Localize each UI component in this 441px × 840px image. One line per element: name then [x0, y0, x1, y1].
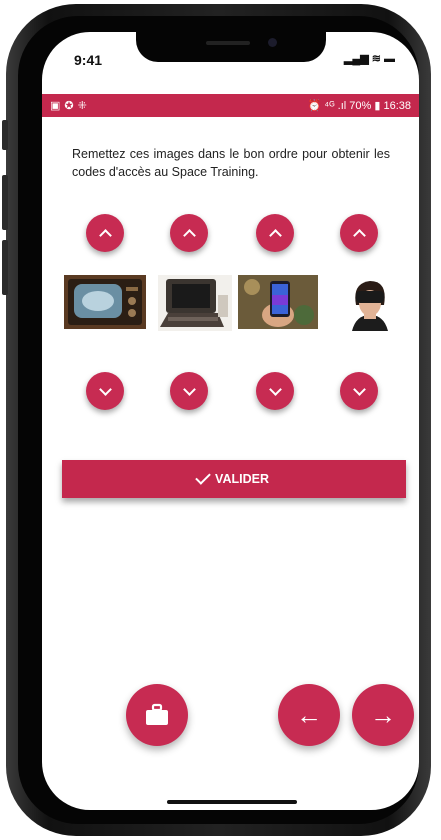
android-status-bar: ▣✪⁜ ⏰ ⁴ᴳ .ıl 70% ▮ 16:38 — [42, 94, 419, 117]
chevron-down-icon — [98, 382, 112, 396]
chevron-up-icon — [182, 228, 196, 242]
instruction-text: Remettez ces images dans le bon ordre po… — [72, 147, 390, 179]
volume-down-button — [2, 240, 8, 295]
image-woman-vr-headset[interactable] — [338, 275, 400, 331]
status-right: ⏰ ⁴ᴳ .ıl 70% ▮ 16:38 — [307, 100, 411, 112]
chevron-up-icon — [352, 228, 366, 242]
image-old-computer-terminal[interactable] — [158, 275, 232, 331]
move-up-button-3[interactable] — [256, 214, 294, 252]
move-down-button-4[interactable] — [340, 372, 378, 410]
earpiece-speaker — [206, 41, 250, 45]
arrow-left-icon: ← — [296, 700, 322, 730]
chevron-up-icon — [98, 228, 112, 242]
notification-icons: ▣✪⁜ — [50, 100, 91, 112]
volume-up-button — [2, 175, 8, 230]
chevron-down-icon — [268, 382, 282, 396]
notch — [136, 32, 326, 62]
mute-switch — [2, 120, 8, 150]
previous-button[interactable]: ← — [278, 684, 340, 746]
move-up-button-2[interactable] — [170, 214, 208, 252]
move-down-button-2[interactable] — [170, 372, 208, 410]
validate-label: VALIDER — [215, 472, 269, 486]
checkmark-icon — [195, 469, 211, 485]
briefcase-button[interactable] — [126, 684, 188, 746]
home-indicator[interactable] — [167, 800, 297, 804]
front-camera — [268, 38, 277, 47]
move-down-button-1[interactable] — [86, 372, 124, 410]
image-smartphone-in-hand[interactable] — [238, 275, 318, 329]
arrow-right-icon: → — [370, 700, 396, 730]
chevron-up-icon — [268, 228, 282, 242]
briefcase-icon — [146, 703, 168, 725]
move-up-button-4[interactable] — [340, 214, 378, 252]
ios-status-icons: ▂▄▆ ≋ ▬ — [343, 53, 395, 65]
chevron-down-icon — [182, 382, 196, 396]
app-screen: 9:41 ▂▄▆ ≋ ▬ ▣✪⁜ ⏰ ⁴ᴳ .ıl 70% ▮ 16:38 Re… — [42, 32, 419, 810]
next-button[interactable]: → — [352, 684, 414, 746]
ios-clock: 9:41 — [74, 52, 103, 68]
move-up-button-1[interactable] — [86, 214, 124, 252]
validate-button[interactable]: VALIDER — [62, 460, 406, 498]
chevron-down-icon — [352, 382, 366, 396]
image-vintage-television[interactable] — [64, 275, 146, 329]
move-down-button-3[interactable] — [256, 372, 294, 410]
